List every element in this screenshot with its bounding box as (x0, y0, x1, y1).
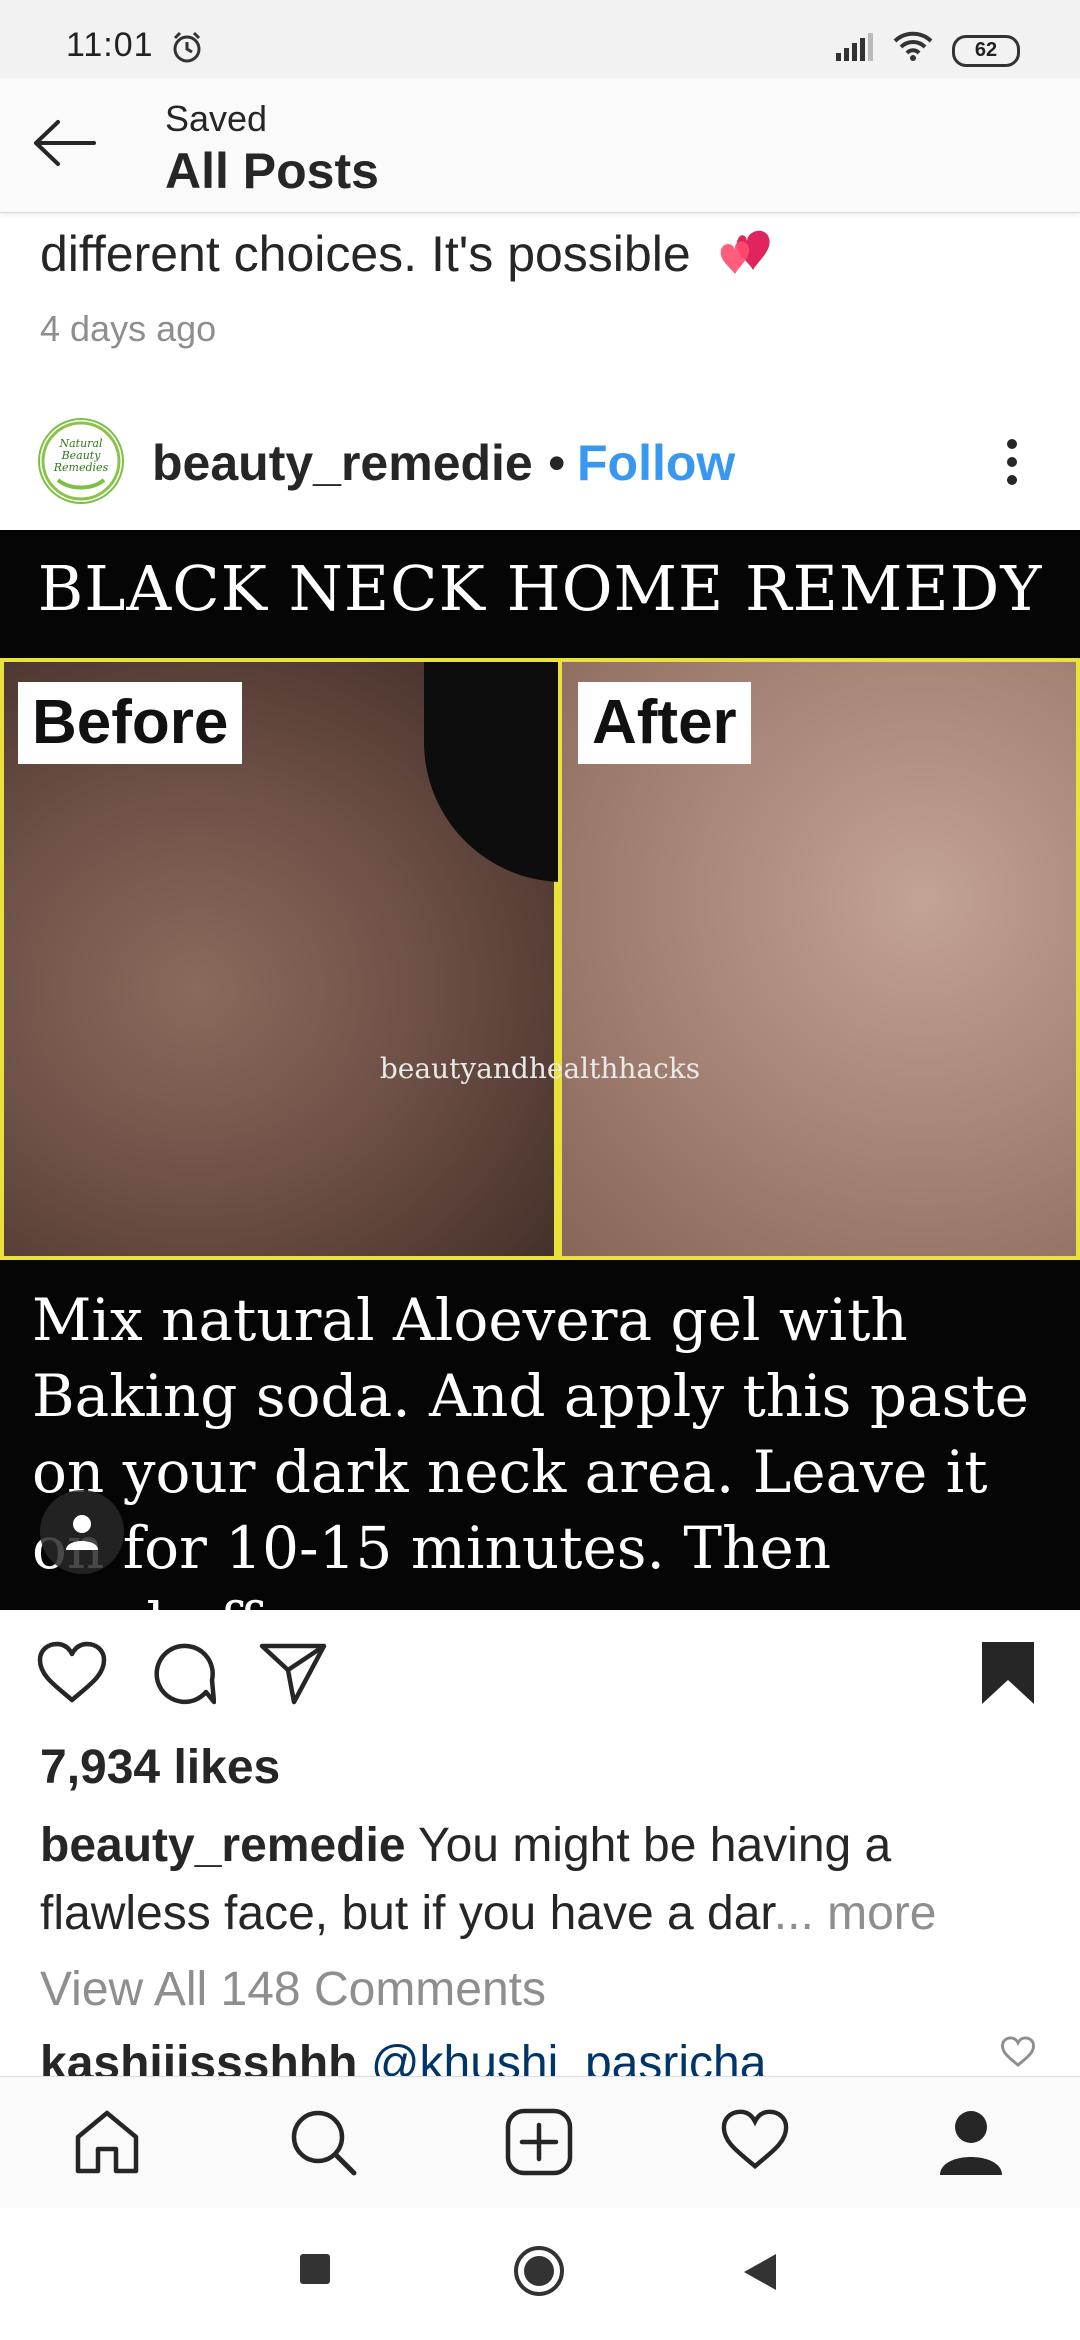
view-all-comments-link[interactable]: View All 148 Comments (40, 1962, 546, 2017)
header-subtitle: Saved (165, 98, 268, 139)
back-button[interactable] (742, 2252, 778, 2297)
post-actions (0, 1630, 1080, 1720)
two-hearts-icon (713, 222, 779, 294)
comment-username[interactable]: kashiiissshhh (40, 2037, 357, 2076)
wifi-icon (892, 30, 934, 71)
alarm-icon (170, 30, 204, 73)
avatar-text: Natural Beauty Remedies (53, 437, 109, 474)
after-photo: After (558, 658, 1080, 1260)
follow-button[interactable]: Follow (577, 434, 735, 492)
previous-post-timestamp: 4 days ago (40, 308, 217, 349)
post-username[interactable]: beauty_remedie (152, 434, 533, 492)
signal-icon (834, 31, 874, 70)
home-icon[interactable] (72, 2107, 142, 2182)
before-photo-shadow (424, 662, 564, 882)
post-image[interactable]: BLACK NECK HOME REMEDY Before After beau… (0, 530, 1080, 1610)
comment-icon[interactable] (148, 1640, 217, 1713)
saved-bookmark-icon[interactable] (978, 1640, 1038, 1711)
more-options-icon[interactable] (1000, 432, 1024, 492)
like-count[interactable]: 7,934 likes (40, 1740, 280, 1795)
profile-icon[interactable] (936, 2107, 1006, 2182)
comment-row: kashiiissshhh @khushi_pasricha (40, 2036, 766, 2076)
page-title: All Posts (165, 143, 379, 199)
search-icon[interactable] (288, 2107, 358, 2182)
previous-caption-text: different choices. It's possible (40, 226, 691, 283)
battery-icon: 62 (952, 34, 1020, 67)
post-caption: beauty_remedie You might be having a fla… (40, 1812, 1050, 1948)
caption-more-link[interactable]: ... more (774, 1887, 937, 1940)
status-icons: 62 (834, 30, 1020, 71)
caption-username[interactable]: beauty_remedie (40, 1819, 406, 1872)
image-watermark: beautyandhealthhacks (379, 1052, 701, 1085)
after-label: After (578, 682, 751, 764)
home-button[interactable] (512, 2244, 566, 2303)
comment-like-icon[interactable] (1000, 2036, 1036, 2073)
recents-button[interactable] (298, 2252, 332, 2291)
back-arrow-icon[interactable] (28, 118, 98, 173)
app-header: Saved All Posts (0, 78, 1080, 213)
status-bar: 11:01 62 (0, 0, 1080, 78)
bottom-navigation (0, 2076, 1080, 2209)
like-icon[interactable] (36, 1640, 108, 1711)
add-post-icon[interactable] (504, 2107, 574, 2182)
activity-heart-icon[interactable] (720, 2107, 790, 2178)
status-time: 11:01 (66, 26, 154, 64)
system-navigation-bar (0, 2208, 1080, 2340)
comment-mention[interactable]: @khushi_pasricha (371, 2037, 767, 2076)
post-header: Natural Beauty Remedies beauty_remedie •… (0, 410, 1080, 510)
previous-post-caption: different choices. It's possible (40, 222, 779, 294)
image-title: BLACK NECK HOME REMEDY (37, 552, 1043, 625)
before-label: Before (18, 682, 243, 764)
before-photo: Before (0, 658, 564, 1260)
separator-dot: • (548, 435, 566, 491)
tagged-user-icon[interactable] (40, 1490, 124, 1574)
share-icon[interactable] (258, 1640, 328, 1711)
avatar[interactable]: Natural Beauty Remedies (38, 418, 124, 504)
image-instructions: Mix natural Aloevera gel with Baking sod… (32, 1286, 1029, 1610)
